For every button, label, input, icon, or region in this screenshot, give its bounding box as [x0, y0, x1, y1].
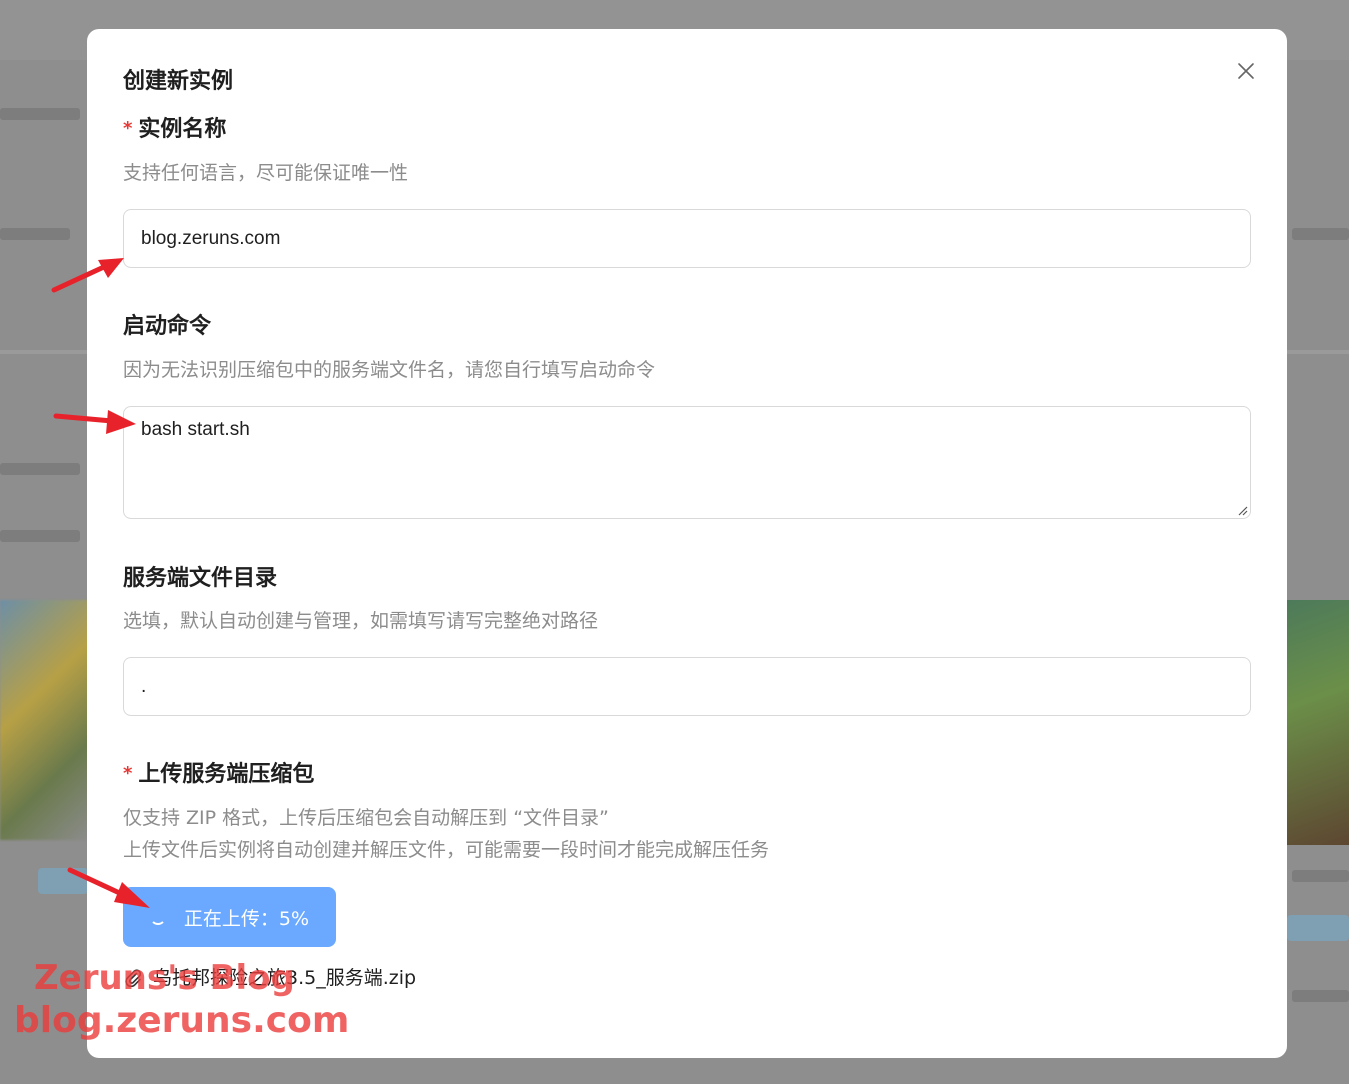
upload-button-label: 正在上传：5%	[183, 907, 310, 930]
required-mark: *	[123, 118, 133, 139]
watermark-line1: Zeruns's Blog	[34, 958, 295, 998]
close-button[interactable]	[1234, 59, 1258, 83]
background-tag	[1287, 915, 1349, 941]
background-text	[0, 228, 70, 240]
watermark-line2: blog.zeruns.com	[14, 1000, 350, 1041]
instance-name-hint: 支持任何语言，尽可能保证唯一性	[123, 162, 409, 184]
start-command-label: 启动命令	[123, 314, 212, 339]
instance-name-value: blog.zeruns.com	[141, 227, 281, 249]
upload-hint-line1: 仅支持 ZIP 格式，上传后压缩包会自动解压到 “文件目录”	[123, 807, 609, 829]
background-image	[0, 600, 90, 840]
instance-name-label-text: 实例名称	[138, 117, 227, 142]
upload-hint-line2: 上传文件后实例将自动创建并解压文件，可能需要一段时间才能完成解压任务	[123, 839, 770, 861]
annotation-arrow-icon	[51, 258, 124, 293]
close-icon	[1238, 63, 1254, 79]
annotation-arrow-icon	[53, 410, 136, 434]
required-mark: *	[123, 763, 133, 784]
create-instance-dialog: 创建新实例 * 实例名称 支持任何语言，尽可能保证唯一性 blog.zeruns.…	[87, 29, 1287, 1058]
background-text	[0, 463, 80, 475]
instance-name-label: * 实例名称	[123, 111, 226, 143]
annotation-arrow-icon	[67, 867, 150, 908]
server-dir-label: 服务端文件目录	[123, 566, 278, 591]
background-text	[1292, 228, 1349, 240]
background-text	[1292, 990, 1349, 1002]
background-image	[1287, 600, 1349, 845]
background-text	[0, 108, 80, 120]
server-dir-input[interactable]: .	[123, 657, 1251, 716]
dialog-title: 创建新实例	[123, 69, 234, 94]
upload-label: * 上传服务端压缩包	[123, 756, 314, 788]
background-text	[1292, 870, 1349, 882]
server-dir-value: .	[141, 675, 147, 697]
start-command-value: bash start.sh	[141, 419, 250, 440]
start-command-textarea[interactable]: bash start.sh	[123, 406, 1251, 519]
background-text	[0, 530, 80, 542]
resize-handle-icon[interactable]	[1236, 504, 1248, 516]
start-command-hint: 因为无法识别压缩包中的服务端文件名，请您自行填写启动命令	[123, 359, 656, 381]
upload-button[interactable]: 正在上传：5%	[123, 887, 336, 947]
instance-name-input[interactable]: blog.zeruns.com	[123, 209, 1251, 268]
upload-label-text: 上传服务端压缩包	[138, 762, 315, 787]
server-dir-hint: 选填，默认自动创建与管理，如需填写请写完整绝对路径	[123, 610, 599, 632]
